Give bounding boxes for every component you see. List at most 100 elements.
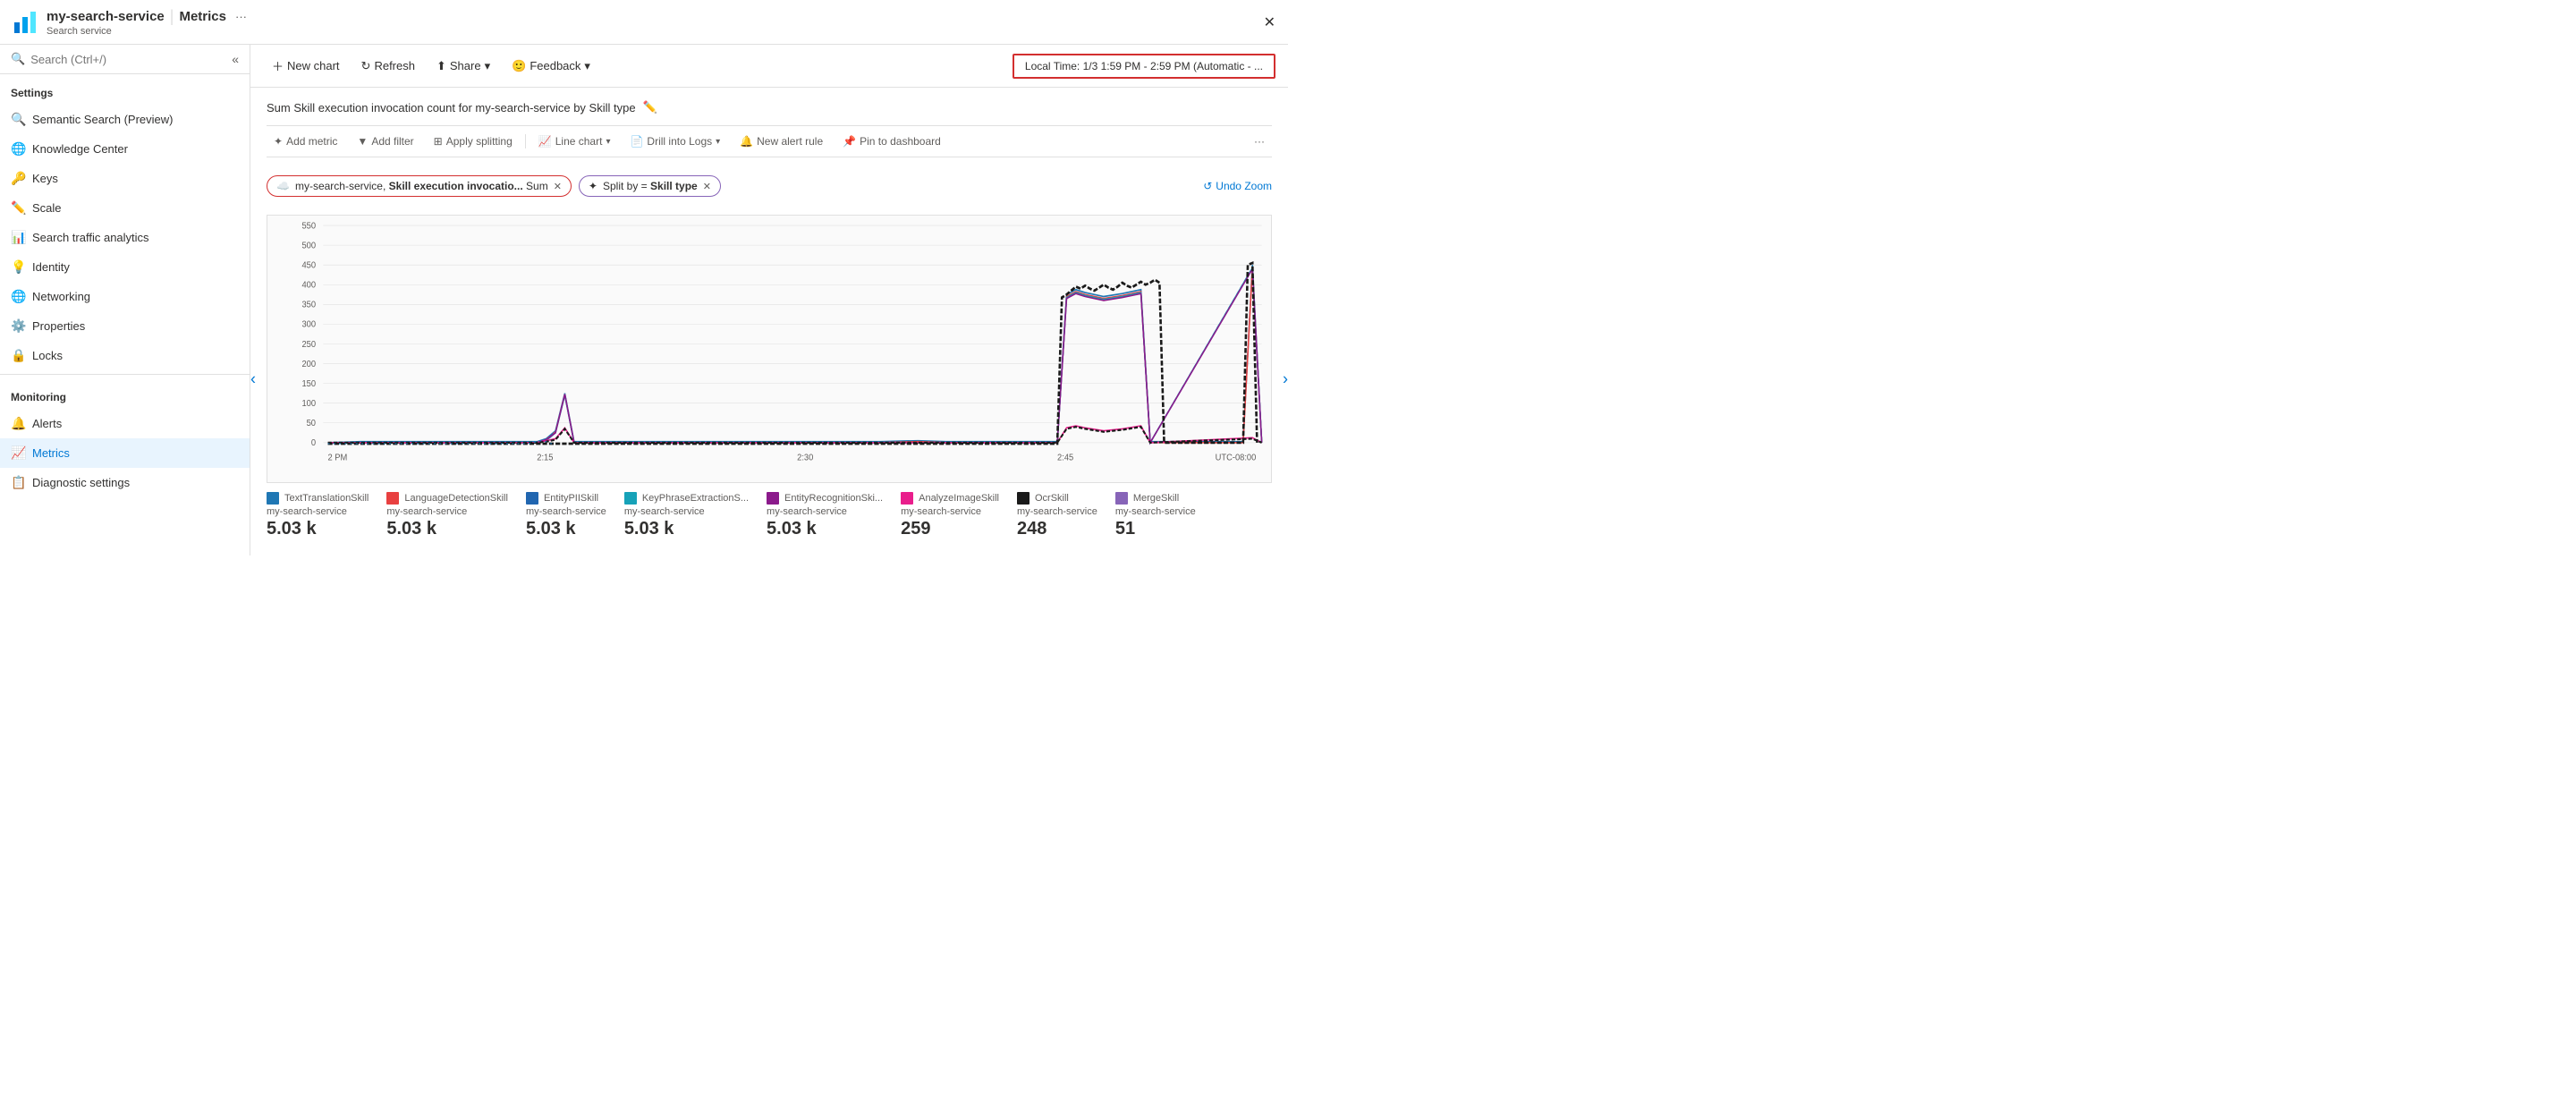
sidebar-item-keys[interactable]: 🔑 Keys: [0, 164, 250, 193]
line-chart-button[interactable]: 📈 Line chart ▾: [531, 131, 618, 151]
monitoring-label: Monitoring: [0, 378, 250, 409]
collapse-button[interactable]: «: [232, 52, 239, 66]
more-icon: ···: [1254, 135, 1265, 148]
add-filter-label: Add filter: [371, 135, 413, 148]
undo-icon: ↺: [1203, 180, 1212, 192]
add-filter-icon: ▼: [357, 135, 368, 148]
pin-dashboard-button[interactable]: 📌 Pin to dashboard: [835, 131, 948, 151]
add-filter-button[interactable]: ▼ Add filter: [350, 131, 420, 151]
dots-menu[interactable]: ···: [235, 10, 247, 23]
legend-service: my-search-service: [901, 506, 981, 517]
svg-text:0: 0: [311, 438, 316, 448]
sidebar-item-knowledge-center[interactable]: 🌐 Knowledge Center: [0, 134, 250, 164]
share-icon: ⬆: [436, 59, 446, 73]
sidebar-item-label: Scale: [32, 201, 62, 215]
legend-value: 5.03 k: [624, 519, 674, 539]
metric-tag-text: my-search-service, Skill execution invoc…: [295, 180, 548, 192]
legend-label: TextTranslationSkill: [284, 493, 369, 504]
networking-icon: 🌐: [11, 289, 25, 304]
chart-nav-left[interactable]: ‹: [250, 369, 256, 388]
legend-label: KeyPhraseExtractionS...: [642, 493, 749, 504]
sidebar-item-search-traffic[interactable]: 📊 Search traffic analytics: [0, 223, 250, 252]
sidebar-item-alerts[interactable]: 🔔 Alerts: [0, 409, 250, 438]
svg-text:150: 150: [301, 379, 316, 389]
keys-icon: 🔑: [11, 171, 25, 186]
split-filter-tag[interactable]: ✦ Split by = Skill type ✕: [579, 175, 721, 197]
top-toolbar: ＋ New chart ↻ Refresh ⬆ Share ▾ 🙂 Feedba…: [250, 45, 1288, 88]
more-options-button[interactable]: ···: [1247, 131, 1272, 151]
feedback-icon: 🙂: [512, 59, 526, 73]
feedback-button[interactable]: 🙂 Feedback ▾: [503, 54, 599, 79]
sidebar-item-locks[interactable]: 🔒 Locks: [0, 341, 250, 370]
legend-value: 5.03 k: [267, 519, 317, 539]
legend-label: LanguageDetectionSkill: [404, 493, 508, 504]
sidebar-item-semantic-search[interactable]: 🔍 Semantic Search (Preview): [0, 105, 250, 134]
remove-split-icon[interactable]: ✕: [703, 181, 711, 192]
refresh-icon: ↻: [361, 59, 371, 73]
sidebar-item-identity[interactable]: 💡 Identity: [0, 252, 250, 282]
legend-value: 5.03 k: [386, 519, 436, 539]
sidebar-item-properties[interactable]: ⚙️ Properties: [0, 311, 250, 341]
identity-icon: 💡: [11, 259, 25, 275]
apply-splitting-button[interactable]: ⊞ Apply splitting: [427, 131, 520, 151]
chart-area: 550 500 450 400 350 300 250 200 150 100 …: [267, 215, 1272, 483]
legend-key-phrase: KeyPhraseExtractionS... my-search-servic…: [624, 492, 749, 539]
sidebar-item-label: Identity: [32, 260, 70, 274]
refresh-label: Refresh: [374, 59, 415, 72]
legend-entity-recognition: EntityRecognitionSki... my-search-servic…: [767, 492, 883, 539]
legend-header: MergeSkill: [1115, 492, 1179, 505]
sidebar-item-scale[interactable]: ✏️ Scale: [0, 193, 250, 223]
legend-color: [901, 492, 913, 505]
legend-header: EntityRecognitionSki...: [767, 492, 883, 505]
drill-logs-button[interactable]: 📄 Drill into Logs ▾: [623, 131, 727, 151]
subtitle: Search service: [47, 26, 247, 37]
filter-row: ☁️ my-search-service, Skill execution in…: [267, 168, 1272, 204]
share-label: Share: [450, 59, 481, 72]
metric-filter-tag[interactable]: ☁️ my-search-service, Skill execution in…: [267, 175, 572, 197]
chart-nav-right[interactable]: ›: [1283, 369, 1288, 388]
close-button[interactable]: ✕: [1264, 13, 1275, 31]
svg-text:2 PM: 2 PM: [328, 453, 348, 462]
sidebar-item-label: Alerts: [32, 417, 62, 430]
share-button[interactable]: ⬆ Share ▾: [428, 54, 499, 79]
sidebar-item-label: Properties: [32, 319, 85, 333]
legend-color: [767, 492, 779, 505]
legend-service: my-search-service: [386, 506, 467, 517]
new-alert-label: New alert rule: [757, 135, 823, 148]
drill-logs-label: Drill into Logs: [647, 135, 712, 148]
legend-service: my-search-service: [526, 506, 606, 517]
metrics-icon: 📈: [11, 445, 25, 461]
legend-service: my-search-service: [1017, 506, 1097, 517]
new-chart-button[interactable]: ＋ New chart: [263, 52, 349, 80]
refresh-button[interactable]: ↻ Refresh: [352, 54, 424, 79]
search-input[interactable]: [30, 53, 226, 66]
legend-row: TextTranslationSkill my-search-service 5…: [267, 483, 1272, 543]
edit-icon[interactable]: ✏️: [643, 100, 657, 114]
svg-text:200: 200: [301, 360, 316, 369]
svg-text:2:30: 2:30: [797, 453, 813, 462]
monitoring-section: Monitoring 🔔 Alerts 📈 Metrics 📋 Diagnost…: [0, 378, 250, 497]
undo-zoom-button[interactable]: ↺ Undo Zoom: [1203, 180, 1272, 192]
legend-value: 5.03 k: [526, 519, 576, 539]
add-metric-label: Add metric: [286, 135, 337, 148]
svg-text:350: 350: [301, 300, 316, 310]
legend-label: MergeSkill: [1133, 493, 1179, 504]
legend-service: my-search-service: [1115, 506, 1196, 517]
new-chart-label: New chart: [287, 59, 340, 72]
remove-metric-icon[interactable]: ✕: [554, 181, 562, 192]
sidebar-item-diagnostic[interactable]: 📋 Diagnostic settings: [0, 468, 250, 497]
legend-color: [526, 492, 538, 505]
legend-value: 259: [901, 519, 930, 539]
legend-label: EntityPIISkill: [544, 493, 598, 504]
chart-title: Sum Skill execution invocation count for…: [267, 101, 636, 114]
svg-text:300: 300: [301, 319, 316, 329]
time-range-button[interactable]: Local Time: 1/3 1:59 PM - 2:59 PM (Autom…: [1013, 54, 1275, 79]
add-metric-button[interactable]: ✦ Add metric: [267, 131, 344, 151]
legend-color: [624, 492, 637, 505]
legend-color: [386, 492, 399, 505]
knowledge-center-icon: 🌐: [11, 141, 25, 157]
sidebar-item-networking[interactable]: 🌐 Networking: [0, 282, 250, 311]
new-alert-button[interactable]: 🔔 New alert rule: [733, 131, 830, 151]
drill-logs-icon: 📄: [630, 135, 643, 148]
sidebar-item-metrics[interactable]: 📈 Metrics: [0, 438, 250, 468]
